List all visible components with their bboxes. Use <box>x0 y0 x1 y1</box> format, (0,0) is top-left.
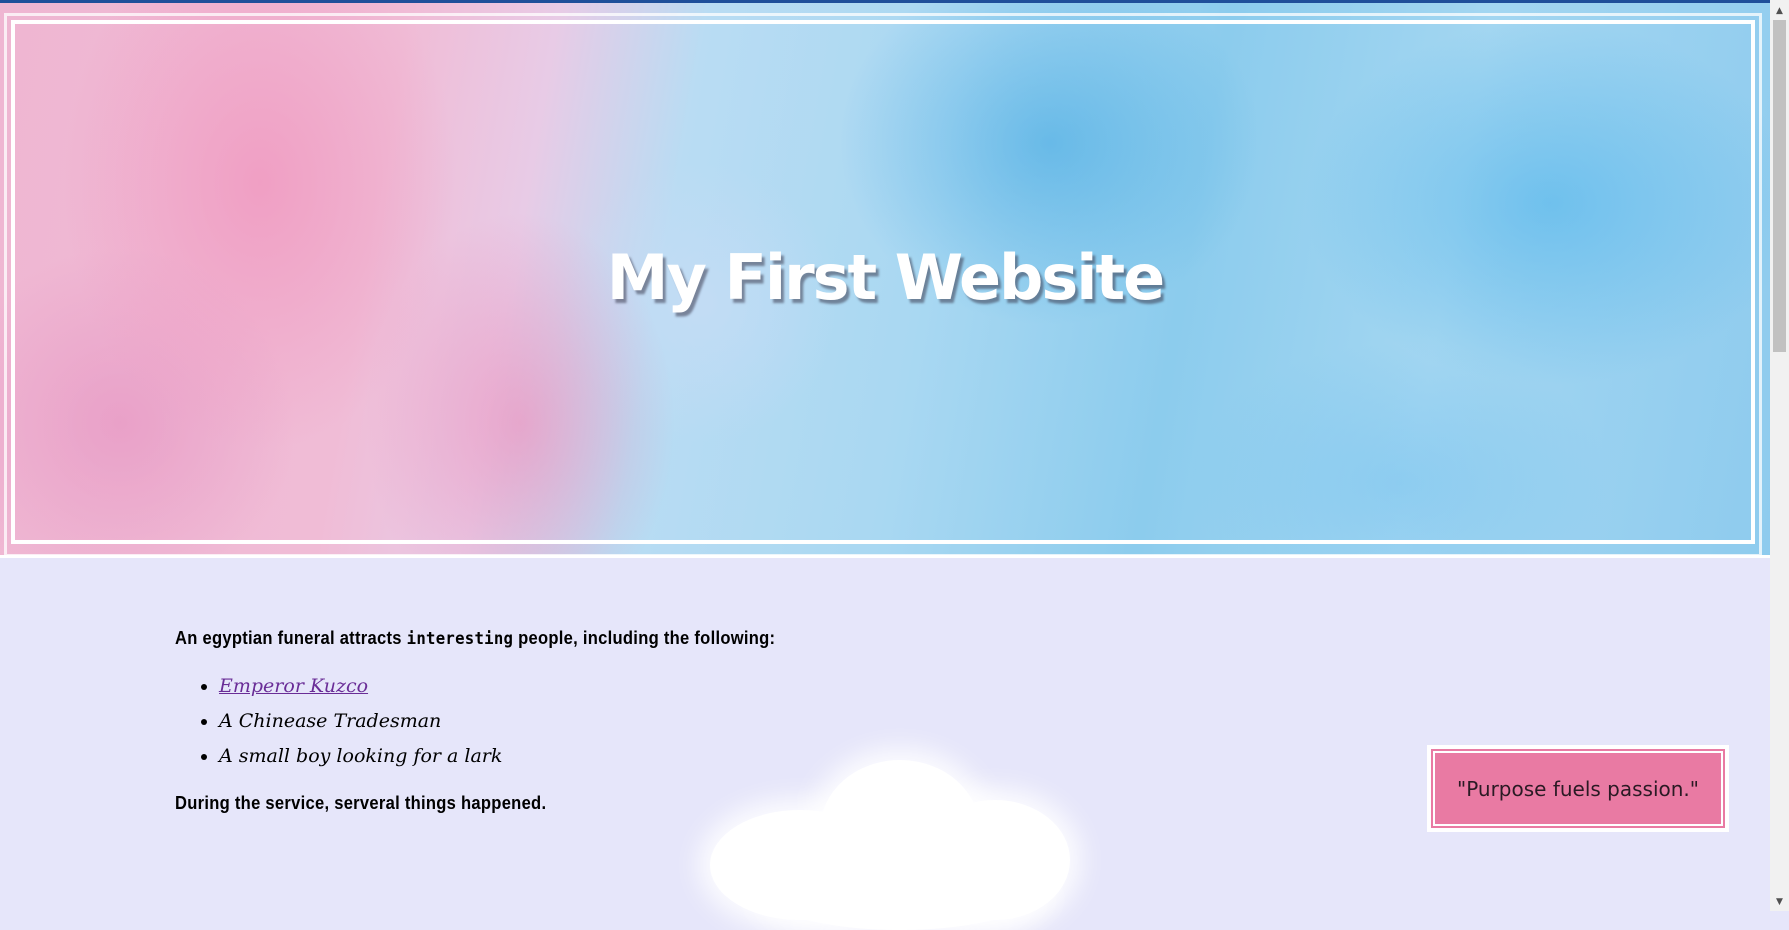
intro-text-start: An egyptian funeral attracts <box>175 628 407 648</box>
intro-paragraph: An egyptian funeral attracts interesting… <box>175 628 1279 649</box>
scroll-down-arrow-icon[interactable]: ▼ <box>1770 894 1789 911</box>
intro-text-end: people, including the following: <box>513 628 776 648</box>
list-item: A Chinease Tradesman <box>219 706 1375 741</box>
closing-paragraph: During the service, serveral things happ… <box>175 793 547 813</box>
list-item: Emperor Kuzco <box>219 671 1375 706</box>
quote-text: "Purpose fuels passion." <box>1431 749 1725 828</box>
list-item: A small boy looking for a lark <box>219 741 1375 776</box>
list-item-label: A small boy looking for a lark <box>219 745 503 767</box>
scroll-up-arrow-icon[interactable]: ▲ <box>1770 3 1789 20</box>
emperor-kuzco-link[interactable]: Emperor Kuzco <box>219 675 368 697</box>
intro-emphasis: interesting <box>406 629 514 649</box>
main-content: An egyptian funeral attracts interesting… <box>175 628 1375 814</box>
hero-banner: My First Website <box>0 3 1770 558</box>
scrollbar-thumb[interactable] <box>1773 20 1786 352</box>
list-item-label: A Chinease Tradesman <box>219 710 442 732</box>
page-title: My First Website <box>606 241 1165 314</box>
quote-box: "Purpose fuels passion." <box>1427 745 1729 832</box>
vertical-scrollbar[interactable]: ▲ ▼ <box>1770 0 1789 911</box>
attendee-list: Emperor Kuzco A Chinease Tradesman A sma… <box>175 671 1375 776</box>
